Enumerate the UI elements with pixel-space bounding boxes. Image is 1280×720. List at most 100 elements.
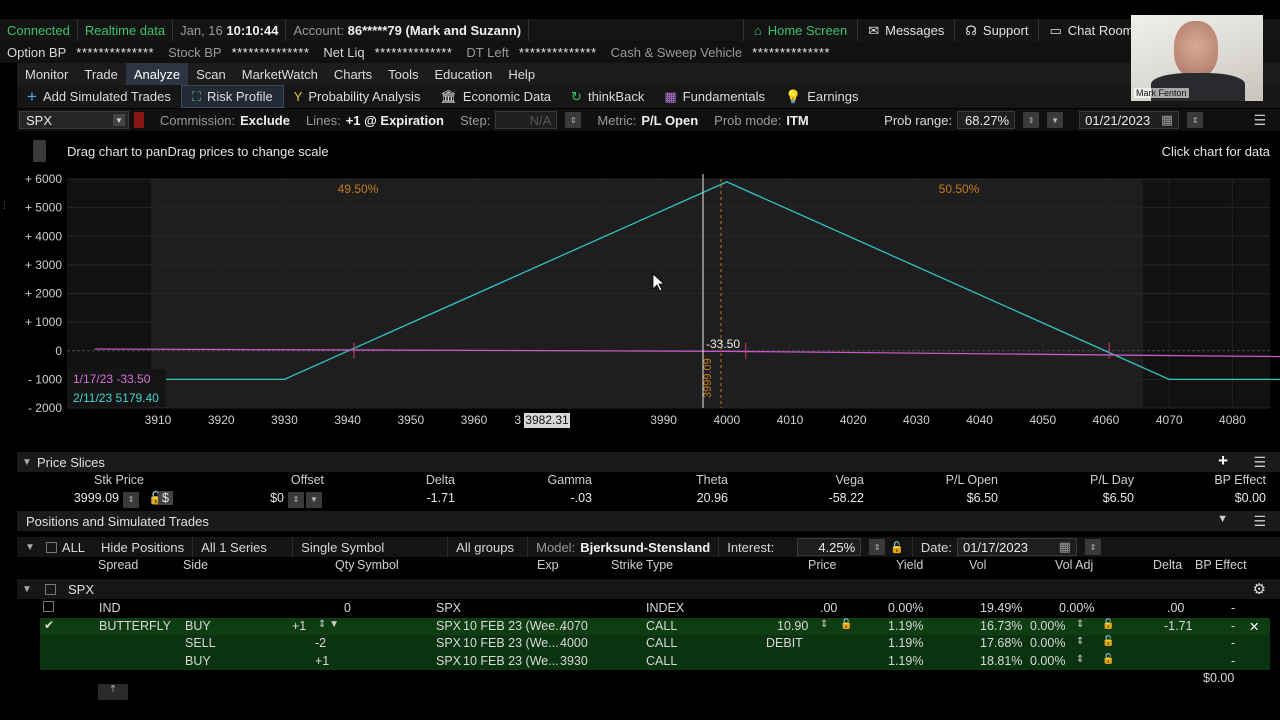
add-slice-icon[interactable]: + <box>1218 451 1228 471</box>
interest-input[interactable]: 4.25% <box>797 538 862 556</box>
groups-selector[interactable]: All groups <box>448 537 529 557</box>
menu-icon[interactable]: ☰ <box>1253 112 1266 129</box>
qty-cell[interactable]: -2 <box>315 636 326 650</box>
offset-value[interactable]: $0 <box>188 491 288 507</box>
price-slices-header[interactable]: ▼ Price Slices + ☰ <box>17 451 1280 472</box>
scroll-to-top-icon[interactable]: ⤒ <box>98 684 128 700</box>
price-spinner[interactable]: ⇕ <box>820 619 828 630</box>
strike-cell[interactable]: 4000 <box>560 636 588 650</box>
vol-adj-spinner[interactable]: ⇕ <box>1076 654 1084 665</box>
side-cell[interactable]: BUY <box>185 654 211 668</box>
sim-date-spinner[interactable]: ⇕ <box>1084 539 1101 555</box>
vol-adj-cell[interactable]: 0.00% <box>1030 654 1065 668</box>
exp-cell[interactable]: 10 FEB 23 (We... <box>463 636 559 650</box>
lock-icon[interactable]: 🔓 <box>840 619 852 630</box>
lock-icon[interactable]: 🔓 <box>1102 636 1114 647</box>
spread-cell[interactable]: BUTTERFLY <box>99 619 171 633</box>
metric-selector[interactable]: Metric: P/L Open <box>589 113 706 128</box>
type-cell[interactable]: CALL <box>646 619 677 633</box>
subtab-probability-analysis[interactable]: Y Probability Analysis <box>284 85 431 108</box>
messages-button[interactable]: ✉ Messages <box>857 19 954 41</box>
step-spinner[interactable]: ⇕ <box>565 112 582 128</box>
tab-charts[interactable]: Charts <box>326 63 380 85</box>
subtab-thinkback[interactable]: ↻ thinkBack <box>561 85 654 108</box>
subtab-risk-profile[interactable]: ⛶ Risk Profile <box>180 85 284 108</box>
tab-scan[interactable]: Scan <box>188 63 234 85</box>
qty-cell[interactable]: +1 <box>292 619 306 633</box>
tab-monitor[interactable]: Monitor <box>17 63 76 85</box>
table-row[interactable]: ✔ BUTTERFLY BUY +1 ⇕ ▼ SPX 10 FEB 23 (We… <box>40 617 1270 635</box>
symbol-group-spx[interactable]: ▼ SPX ⚙ <box>17 579 1280 599</box>
subtab-fundamentals[interactable]: ▦ Fundamentals <box>654 85 775 108</box>
risk-profile-svg[interactable]: + 6000 + 5000 + 4000 + 3000 + 2000 + 1000 0 - 1… <box>0 170 1280 440</box>
vol-adj-spinner[interactable]: ⇕ <box>1076 636 1084 647</box>
left-edge-handle[interactable]: ⋮ <box>0 200 9 210</box>
stk-price-spinner[interactable]: ⇕ <box>123 491 139 508</box>
chevron-down-icon[interactable]: ▼ <box>17 584 37 595</box>
lock-icon[interactable]: 🔓 <box>148 491 164 507</box>
row-checkbox[interactable] <box>43 601 54 612</box>
type-cell[interactable]: CALL <box>646 636 677 650</box>
table-row[interactable]: IND 0 SPX INDEX .00 0.00% 19.49% 0.00% .… <box>40 600 1270 618</box>
chevron-down-icon[interactable]: ▼ <box>306 491 322 508</box>
chart-settings-icon[interactable] <box>33 140 46 162</box>
table-row[interactable]: SELL -2 SPX 10 FEB 23 (We... 4000 CALL D… <box>40 635 1270 653</box>
vol-adj-cell[interactable]: 0.00% <box>1030 636 1065 650</box>
qty-spinner[interactable]: ⇕ ▼ <box>318 619 339 630</box>
price-cell[interactable]: 10.90 <box>777 619 808 633</box>
offset-spinner[interactable]: ⇕ <box>288 491 304 508</box>
lock-icon[interactable]: 🔓 <box>1102 619 1114 630</box>
expand-all[interactable]: ▼ ALL <box>17 537 93 557</box>
tab-trade[interactable]: Trade <box>76 63 125 85</box>
symbol-mode-selector[interactable]: Single Symbol <box>293 537 449 557</box>
checkmark-icon[interactable]: ✔ <box>44 618 54 632</box>
cash-sweep[interactable]: Cash & Sweep Vehicle ************** <box>604 41 837 63</box>
stk-price-value[interactable]: 3999.09 <box>17 491 123 507</box>
subtab-add-simulated-trades[interactable]: + Add Simulated Trades <box>17 85 181 108</box>
prob-range-input[interactable]: 68.27% <box>957 111 1016 129</box>
lock-icon[interactable]: 🔓 <box>1102 654 1114 665</box>
side-cell[interactable]: BUY <box>185 619 211 633</box>
subtab-economic-data[interactable]: 🏛 Economic Data <box>430 85 561 108</box>
chevron-down-icon[interactable]: ▼ <box>17 457 37 468</box>
prob-range-spinner[interactable]: ⇕ <box>1023 112 1040 128</box>
calendar-icon[interactable]: ▦ <box>1161 112 1173 128</box>
chevron-down-icon[interactable]: ▼ <box>1047 112 1064 128</box>
dollar-toggle-icon[interactable]: $ <box>158 491 188 507</box>
stock-bp[interactable]: Stock BP ************** <box>161 41 316 63</box>
dt-left[interactable]: DT Left ************** <box>459 41 603 63</box>
select-all-checkbox[interactable] <box>45 541 57 553</box>
tab-help[interactable]: Help <box>500 63 543 85</box>
vol-adj-spinner[interactable]: ⇕ <box>1076 619 1084 630</box>
model-selector[interactable]: Model: Bjerksund-Stensland <box>528 537 720 557</box>
table-row[interactable]: BUY +1 SPX 10 FEB 23 (We... 3930 CALL 1.… <box>40 652 1270 670</box>
lines-selector[interactable]: Lines: +1 @ Expiration <box>298 113 452 128</box>
link-color-icon[interactable] <box>134 112 144 128</box>
date-spinner[interactable]: ⇕ <box>1187 112 1204 128</box>
risk-profile-chart[interactable]: + 6000 + 5000 + 4000 + 3000 + 2000 + 1000 0 - 1… <box>0 170 1280 440</box>
date-input[interactable]: 01/21/2023 ▦ <box>1079 111 1180 129</box>
menu-icon[interactable]: ☰ <box>1253 513 1266 530</box>
calendar-icon[interactable]: ▦ <box>1059 539 1071 555</box>
group-checkbox[interactable] <box>45 583 56 595</box>
tab-tools[interactable]: Tools <box>380 63 426 85</box>
tab-analyze[interactable]: Analyze <box>125 63 189 85</box>
prob-mode-selector[interactable]: Prob mode: ITM <box>706 113 876 128</box>
interest-spinner[interactable]: ⇕ <box>869 539 886 555</box>
tab-marketwatch[interactable]: MarketWatch <box>234 63 326 85</box>
strike-cell[interactable]: 3930 <box>560 654 588 668</box>
close-icon[interactable]: ✕ <box>1249 619 1259 634</box>
series-selector[interactable]: All 1 Series <box>193 537 294 557</box>
support-button[interactable]: ☊ Support <box>954 19 1038 41</box>
commission-selector[interactable]: Commission: Exclude <box>152 113 298 128</box>
side-cell[interactable]: SELL <box>185 636 216 650</box>
account-selector[interactable]: Account: 86*****79 (Mark and Suzann) <box>286 19 530 41</box>
menu-icon[interactable]: ☰ <box>1253 454 1266 471</box>
subtab-earnings[interactable]: 💡 Earnings <box>775 85 869 108</box>
home-screen-button[interactable]: ⌂ Home Screen <box>742 19 857 41</box>
exp-cell[interactable]: 10 FEB 23 (We... <box>463 654 559 668</box>
gear-icon[interactable]: ⚙ <box>1253 580 1266 598</box>
sim-date-input[interactable]: 01/17/2023 ▦ <box>956 538 1077 556</box>
hide-positions-button[interactable]: Hide Positions <box>93 537 194 557</box>
option-bp[interactable]: Option BP ************** <box>0 41 161 63</box>
